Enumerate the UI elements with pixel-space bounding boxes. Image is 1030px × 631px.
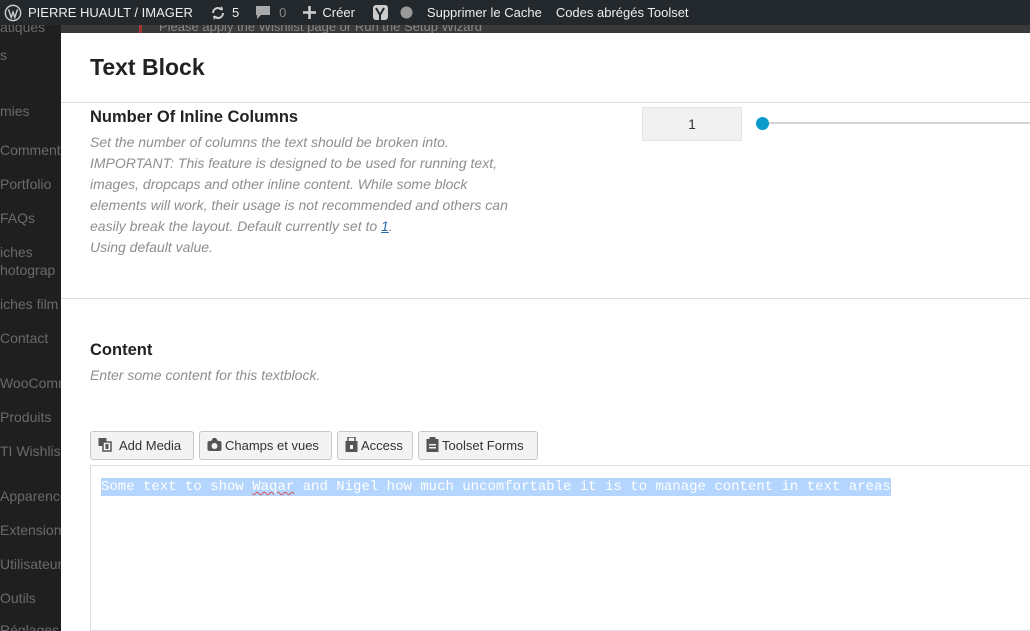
sidebar-item[interactable]: iches [0,244,33,260]
toolset-forms-icon [426,436,439,455]
admin-bar: PIERRE HUAULT / IMAGER 5 0 Créer Supprim… [0,0,1030,25]
notice-text: Please apply the Wishlist page or Run th… [159,25,483,33]
sidebar-item[interactable]: mies [0,103,30,119]
sidebar-item[interactable]: s [0,47,7,63]
shortcodes-link[interactable]: Codes abrégés Toolset [556,0,689,25]
plus-icon[interactable] [303,0,317,25]
sidebar-item[interactable]: Apparence [0,488,61,504]
add-media-icon [98,437,115,455]
sidebar-item[interactable]: Utilisateur [0,556,61,572]
sidebar-item[interactable]: hotograp [0,262,55,278]
updates-count[interactable]: 5 [232,0,239,25]
desc-line: easily break the layout. Default current… [90,216,560,237]
section-divider [61,298,1030,299]
toolset-forms-label: Toolset Forms [442,438,524,453]
sidebar-item[interactable]: FAQs [0,210,35,226]
desc-line: Set the number of columns the text shoul… [90,134,449,150]
yoast-icon[interactable] [372,0,390,25]
content-param-title: Content [90,341,153,359]
sidebar-item[interactable]: Réglages [0,622,59,631]
desc-text: easily break the layout. Default current… [90,218,382,234]
editor-text-segment: Some text to show [101,479,253,495]
columns-slider-handle[interactable] [756,117,769,130]
fields-views-button[interactable]: Champs et vues [199,431,332,460]
misspelled-word: Waqar [252,479,295,495]
sidebar-item[interactable]: Extensions [0,522,61,538]
notice-marker [139,25,142,33]
wordpress-icon[interactable] [0,0,28,25]
comments-count[interactable]: 0 [279,0,286,25]
header-divider [61,102,1030,103]
fields-views-icon [207,437,222,455]
modal-title: Text Block [90,54,205,80]
sidebar-item[interactable]: Outils [0,590,36,606]
desc-text: . [388,218,393,234]
fields-views-label: Champs et vues [225,438,319,453]
sidebar-item[interactable]: Portfolio [0,176,51,192]
background-notice: Please apply the Wishlist page or Run th… [61,25,1030,33]
comment-icon[interactable] [255,0,271,25]
sidebar-item[interactable]: atiques [0,25,45,35]
clear-cache-link[interactable]: Supprimer le Cache [427,0,542,25]
desc-line: images, dropcaps and other inline conten… [90,176,468,192]
sidebar-item[interactable]: Commenta [0,142,61,158]
columns-number-input[interactable]: 1 [642,107,742,141]
sidebar-item[interactable]: Produits [0,409,51,425]
add-media-button[interactable]: Add Media [90,431,194,460]
access-icon [345,435,358,455]
content-editor[interactable]: Some text to show Waqar and Nigel how mu… [90,465,1030,631]
add-media-label: Add Media [119,438,182,453]
sidebar-item[interactable]: iches film [0,296,58,312]
default-value-note: Using default value. [90,239,213,255]
editor-text-segment: and Nigel how much uncomfortable it is t… [294,479,891,495]
access-label: Access [361,438,403,453]
sidebar-item[interactable]: Contact [0,330,48,346]
toolset-forms-button[interactable]: Toolset Forms [418,431,538,460]
status-dot-icon[interactable] [400,0,413,25]
site-name-link[interactable]: PIERRE HUAULT / IMAGER [28,0,193,25]
desc-line: elements will work, their usage is not r… [90,197,508,213]
access-button[interactable]: Access [337,431,413,460]
text-block-modal: Text Block Number Of Inline Columns Set … [61,33,1030,631]
columns-slider-track[interactable] [763,122,1030,124]
default-value-link[interactable]: 1 [381,218,389,234]
sidebar-item[interactable]: WooComm [0,375,61,391]
sync-icon[interactable] [210,0,226,25]
admin-sidebar: atiques s mies Commenta Portfolio FAQs i… [0,25,61,631]
columns-param-title: Number Of Inline Columns [90,108,299,126]
desc-line: IMPORTANT: This feature is designed to b… [90,155,497,171]
content-param-description: Enter some content for this textblock. [90,367,321,383]
columns-param-description: Set the number of columns the text shoul… [90,132,560,258]
editor-selected-text[interactable]: Some text to show Waqar and Nigel how mu… [101,478,891,496]
sidebar-item[interactable]: TI Wishlis [0,443,61,459]
new-content-link[interactable]: Créer [322,0,355,25]
